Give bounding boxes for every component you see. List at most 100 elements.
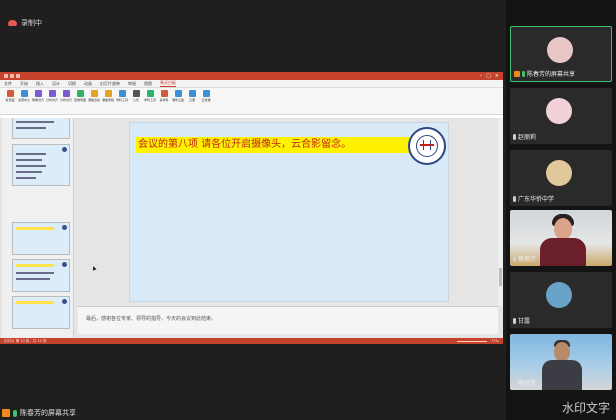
participant-tile[interactable]: 广东华侨中学: [510, 150, 612, 206]
logo-icon: [62, 147, 67, 152]
mic-icon: [522, 70, 525, 77]
logo-icon: [62, 299, 67, 304]
recording-status: 录制中: [8, 18, 42, 28]
formula-icon: [132, 90, 140, 97]
watermark: 水印文字: [561, 401, 610, 415]
minimize-icon[interactable]: –: [480, 73, 483, 79]
menu-design[interactable]: 设计: [52, 81, 60, 87]
menu-animations[interactable]: 动画: [84, 81, 92, 87]
maximize-icon[interactable]: □: [486, 73, 491, 79]
menu-review[interactable]: 审阅: [128, 81, 136, 87]
zoom-control[interactable]: 77%: [457, 339, 499, 343]
menu-transitions[interactable]: 切换: [68, 81, 76, 87]
avatar: [547, 37, 573, 63]
menu-insert[interactable]: 插入: [36, 81, 44, 87]
shared-screen[interactable]: – □ × 文件 开始 插入 设计 切换 动画 幻灯片放映 审阅 视图 希沃白板…: [0, 72, 503, 344]
ribbon-button[interactable]: 两端对齐: [32, 90, 44, 112]
participant-name: 陈春芳的屏幕共享: [527, 71, 576, 78]
logo-icon: [62, 262, 67, 267]
new-page-icon: [6, 90, 14, 97]
slide-thumbnail[interactable]: [12, 296, 70, 329]
share-owner-label: 陈春芳的屏幕共享: [20, 409, 76, 417]
slide-thumbnail[interactable]: [12, 118, 70, 139]
slide-title[interactable]: 会议的第八项 请各位开启摄像头，云合影留念。: [136, 137, 410, 153]
ribbon-button[interactable]: 课堂活动: [88, 90, 100, 112]
participant-tile[interactable]: 陈春芳的屏幕共享: [510, 26, 612, 82]
ribbon-button[interactable]: 课件云盘: [172, 90, 184, 112]
distribute-icon: [48, 90, 56, 97]
mindmap-icon: [76, 90, 84, 97]
participant-name: 赵丽莉: [518, 134, 537, 141]
ribbon-button[interactable]: 分布对齐: [46, 90, 58, 112]
tool-icon: [118, 90, 126, 97]
undo-icon[interactable]: [10, 74, 14, 78]
avatar: [546, 98, 572, 124]
mic-icon: [13, 409, 17, 417]
mic-muted-icon: [513, 133, 516, 140]
ribbon-button[interactable]: 思维导图: [74, 90, 86, 112]
ribbon-button[interactable]: 学科工具: [116, 90, 128, 112]
scrollbar-thumb[interactable]: [499, 268, 502, 286]
ribbon-button[interactable]: 资源中心: [18, 90, 30, 112]
save-icon[interactable]: [4, 74, 8, 78]
window-controls: – □ ×: [480, 73, 499, 79]
ribbon-button[interactable]: 云授课: [200, 90, 212, 112]
cloud-teach-icon: [202, 90, 210, 97]
participant-name: 广东华侨中学: [518, 196, 555, 203]
participant-tile[interactable]: 甘露: [510, 272, 612, 328]
participant-tile-video[interactable]: 蔡佩芬: [510, 210, 612, 266]
ribbon-button[interactable]: 新页面: [4, 90, 16, 112]
ribbon-button[interactable]: 公式: [130, 90, 142, 112]
mic-muted-icon: [513, 379, 516, 386]
share-screen-icon: [514, 70, 520, 77]
ppt-ribbon: 新页面 资源中心 两端对齐 分布对齐 分布对齐 思维导图 课堂活动 课堂测验 学…: [0, 88, 503, 115]
slide-thumbnail[interactable]: [12, 144, 70, 186]
ribbon-button[interactable]: 学科工具: [144, 90, 156, 112]
mic-muted-icon: [513, 195, 516, 202]
slide-counter: 幻灯片 第 10 张，共 10 张: [4, 338, 47, 343]
mic-muted-icon: [513, 317, 516, 324]
participant-tile[interactable]: 赵丽莉: [510, 88, 612, 144]
ribbon-button[interactable]: 课堂测验: [102, 90, 114, 112]
menu-slideshow[interactable]: 幻灯片放映: [100, 81, 120, 87]
ribbon-button[interactable]: 云课: [186, 90, 198, 112]
ppt-workspace: 会议的第八项 请各位开启摄像头，云合影留念。 最后，感谢各位专家、领导的指导，今…: [0, 118, 503, 338]
menu-home[interactable]: 开始: [20, 81, 28, 87]
ppt-titlebar: – □ ×: [0, 72, 503, 80]
cloud-record-icon: [8, 20, 17, 26]
ppt-statusbar: 幻灯片 第 10 张，共 10 张 77%: [0, 338, 503, 344]
ribbon-button[interactable]: 分布对齐: [60, 90, 72, 112]
quick-access-toolbar: [4, 74, 20, 78]
cloud-class-icon: [188, 90, 196, 97]
screen-share-label: 陈春芳的屏幕共享: [0, 406, 503, 420]
participant-tile-video[interactable]: 熊妍亮: [510, 334, 612, 390]
menu-seewo[interactable]: 希沃白板: [160, 80, 176, 87]
avatar: [546, 282, 572, 308]
menu-file[interactable]: 文件: [4, 81, 12, 87]
align-icon: [34, 90, 42, 97]
zoom-slider[interactable]: [457, 340, 488, 342]
slide-scrollbar[interactable]: [498, 118, 503, 306]
menu-view[interactable]: 视图: [144, 81, 152, 87]
ppt-menubar: 文件 开始 插入 设计 切换 动画 幻灯片放映 审阅 视图 希沃白板: [0, 80, 503, 88]
slide-thumbnails[interactable]: [2, 118, 74, 338]
meeting-window: 录制中 – □ × 文件 开始 插入 设计 切换 动画 幻灯片放映 审阅 视图: [0, 0, 616, 420]
redo-icon[interactable]: [16, 74, 20, 78]
close-icon[interactable]: ×: [495, 73, 499, 79]
activity-icon: [90, 90, 98, 97]
participants-panel: 陈春芳的屏幕共享 赵丽莉 广东华侨中学 蔡佩芬 甘露 熊妍亮: [506, 0, 616, 420]
speaker-notes[interactable]: 最后，感谢各位专家、领导的指导，今天的会议到此结束。: [78, 306, 498, 334]
cloud-disk-icon: [174, 90, 182, 97]
recording-label: 录制中: [21, 19, 42, 27]
current-slide[interactable]: 会议的第八项 请各位开启摄像头，云合影留念。: [129, 122, 449, 302]
distribute-icon: [62, 90, 70, 97]
participant-name: 蔡佩芬: [518, 256, 537, 263]
zoom-level: 77%: [491, 339, 499, 343]
notes-text: 最后，感谢各位专家、领导的指导，今天的会议到此结束。: [86, 316, 217, 322]
slide-thumbnail[interactable]: [12, 222, 70, 255]
slide-thumbnail[interactable]: [12, 259, 70, 292]
subject-tool-icon: [146, 90, 154, 97]
avatar: [546, 160, 572, 186]
share-screen-icon: [2, 409, 10, 417]
ribbon-button[interactable]: 多学科: [158, 90, 170, 112]
